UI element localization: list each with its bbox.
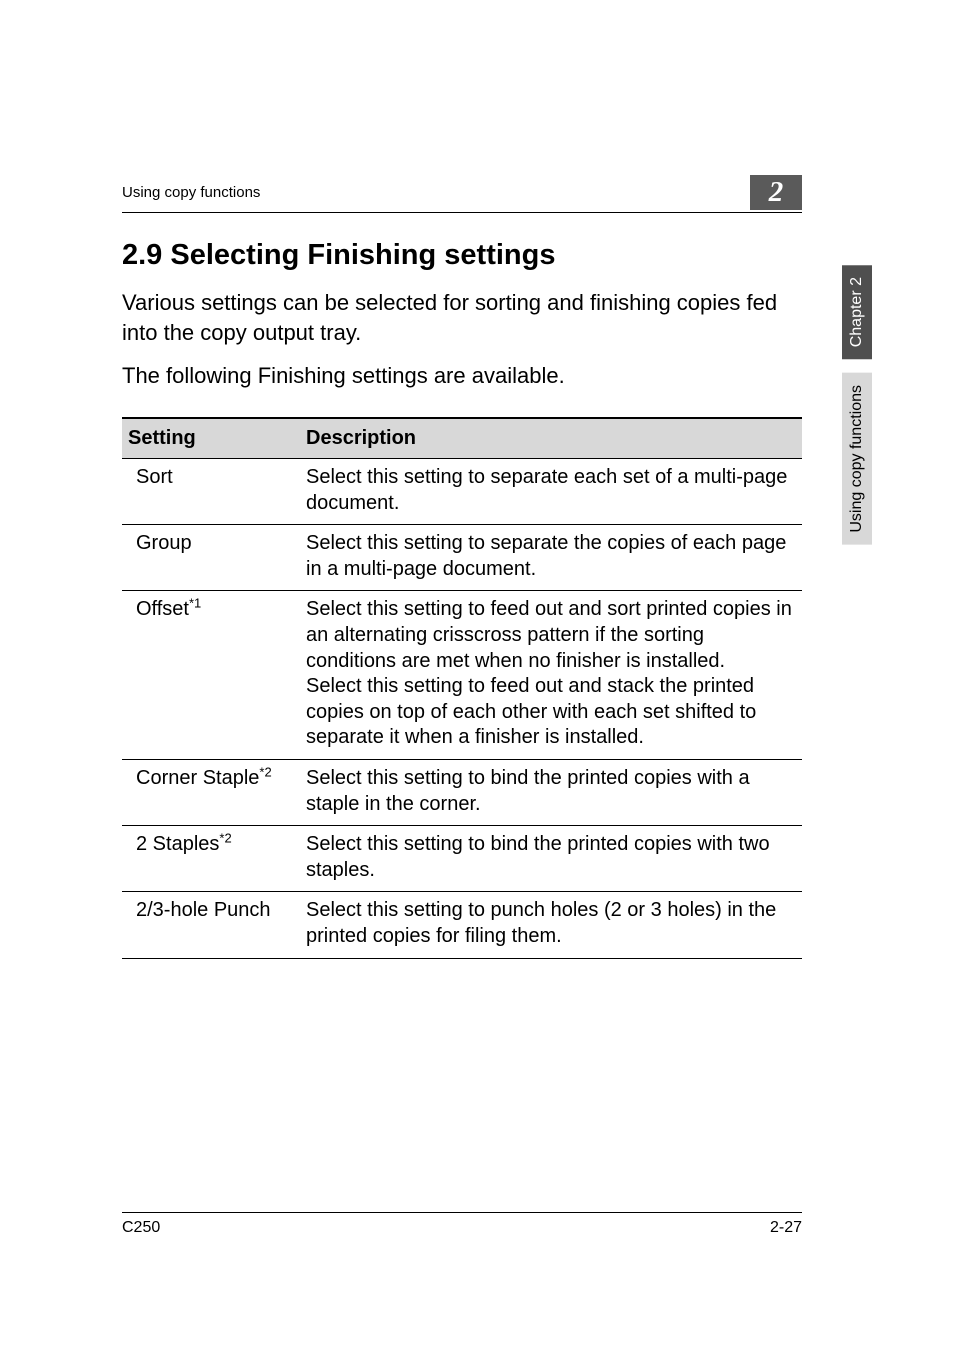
section-tab: Using copy functions [842,373,872,545]
header-rule [122,212,802,213]
cell-description: Select this setting to feed out and sort… [300,591,802,760]
intro-paragraph-1: Various settings can be selected for sor… [122,288,802,347]
settings-table: Setting Description Sort Select this set… [122,417,802,959]
cell-description: Select this setting to bind the printed … [300,826,802,892]
cell-description: Select this setting to bind the printed … [300,760,802,826]
cell-description: Select this setting to separate the copi… [300,525,802,591]
cell-setting: Corner Staple*2 [122,760,300,826]
page-footer: C250 2-27 [122,1212,802,1237]
footer-rule [122,1212,802,1213]
cell-setting: 2 Staples*2 [122,826,300,892]
cell-setting: Group [122,525,300,591]
cell-description: Select this setting to punch holes (2 or… [300,892,802,958]
cell-description: Select this setting to separate each set… [300,459,802,525]
side-tabs: Chapter 2 Using copy functions [842,265,872,545]
chapter-number-box: 2 [750,175,802,210]
table-row: Group Select this setting to separate th… [122,525,802,591]
footer-page-number: 2-27 [770,1219,802,1237]
footer-model: C250 [122,1219,160,1237]
cell-setting: Sort [122,459,300,525]
chapter-tab: Chapter 2 [842,265,872,359]
table-header-row: Setting Description [122,418,802,459]
section-heading: 2.9 Selecting Finishing settings [122,239,802,272]
running-head-text: Using copy functions [122,184,260,201]
cell-setting: 2/3-hole Punch [122,892,300,958]
col-description: Description [300,418,802,459]
table-row: Offset*1 Select this setting to feed out… [122,591,802,760]
table-row: 2 Staples*2 Select this setting to bind … [122,826,802,892]
running-header: Using copy functions 2 [122,175,802,210]
cell-setting: Offset*1 [122,591,300,760]
intro-paragraph-2: The following Finishing settings are ava… [122,361,802,391]
col-setting: Setting [122,418,300,459]
table-row: 2/3-hole Punch Select this setting to pu… [122,892,802,958]
table-row: Sort Select this setting to separate eac… [122,459,802,525]
table-row: Corner Staple*2 Select this setting to b… [122,760,802,826]
